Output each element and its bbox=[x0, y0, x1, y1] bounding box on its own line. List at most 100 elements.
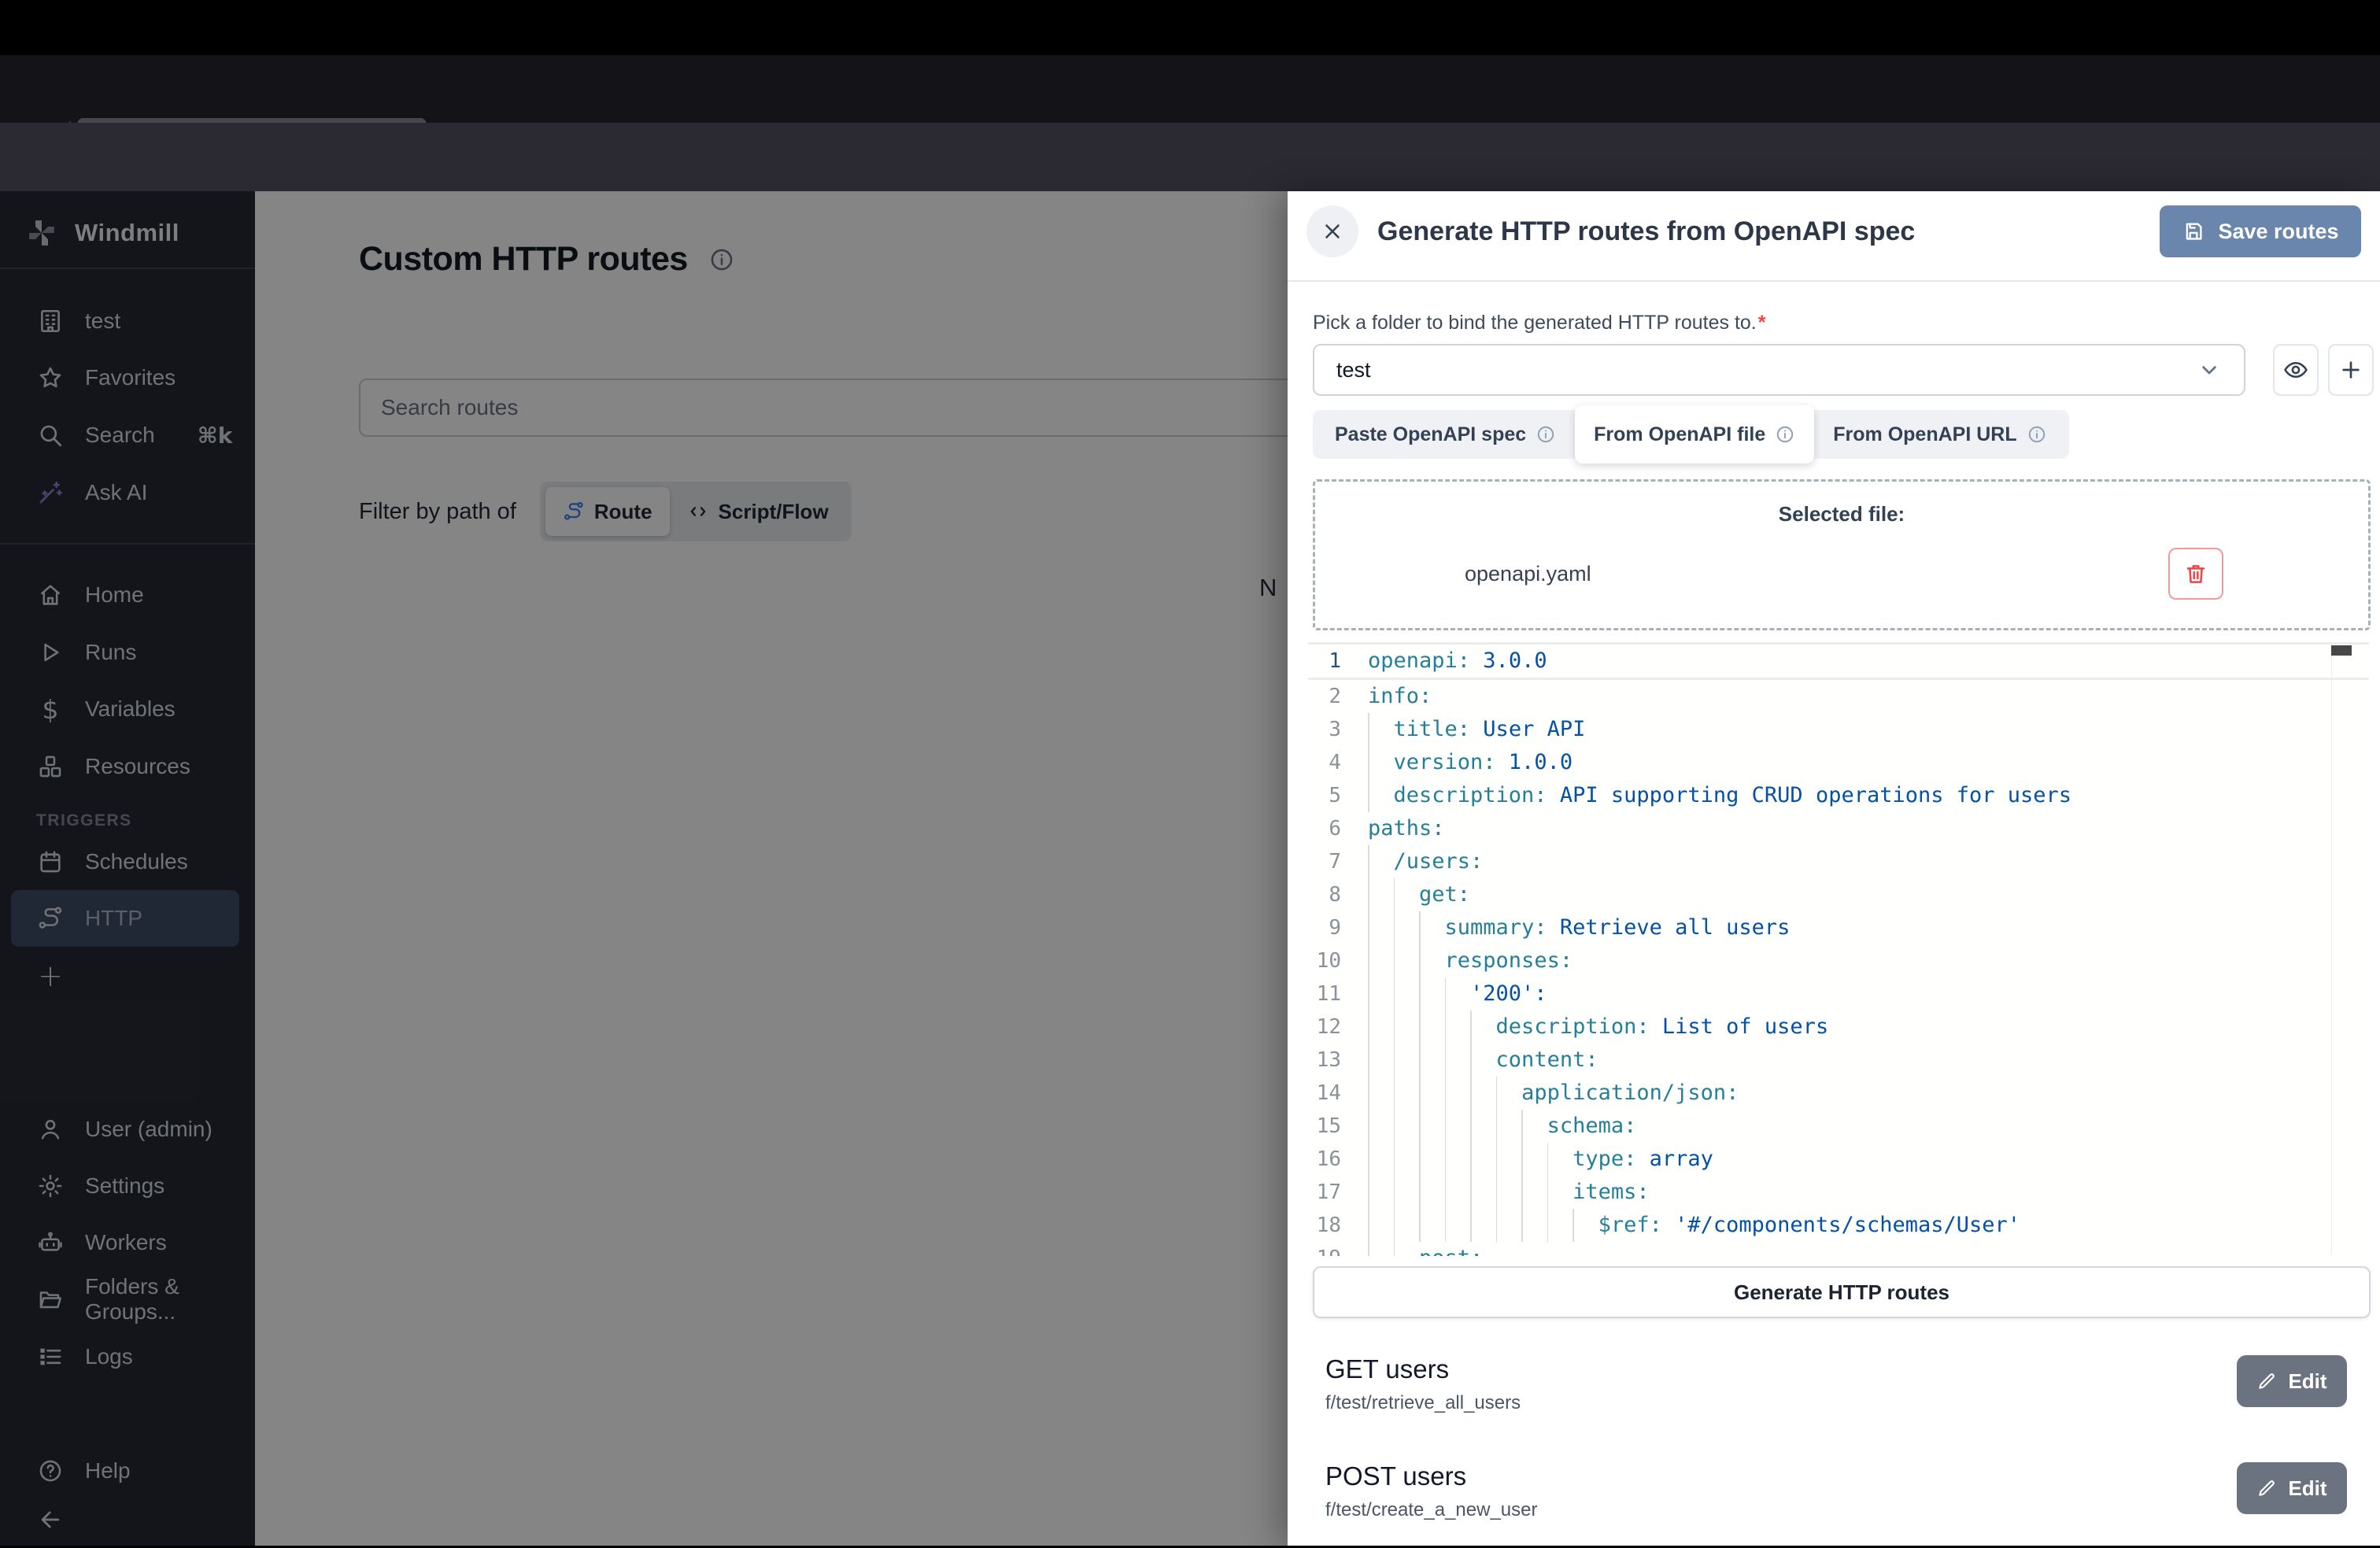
code-line: 15schema: bbox=[1308, 1110, 2369, 1143]
indent-guide bbox=[1419, 1176, 1421, 1209]
tab-from-openapi-url[interactable]: From OpenAPI URL bbox=[1814, 410, 2065, 459]
info-icon[interactable] bbox=[1536, 424, 1556, 445]
trash-icon bbox=[2183, 561, 2208, 586]
code-line: 16type: array bbox=[1308, 1143, 2369, 1176]
code-line: 12 description: List of users bbox=[1308, 1010, 2369, 1044]
edit-route-button[interactable]: Edit bbox=[2237, 1462, 2347, 1514]
indent-guide bbox=[1547, 1143, 1549, 1176]
indent-guide bbox=[1368, 713, 1369, 746]
folder-select[interactable]: test bbox=[1313, 344, 2245, 396]
route-path: f/test/create_a_new_user bbox=[1325, 1499, 2356, 1521]
close-icon[interactable] bbox=[1306, 205, 1358, 257]
code-text: info: bbox=[1368, 680, 2369, 713]
tab-label: Paste OpenAPI spec bbox=[1335, 423, 1526, 446]
app-window: Windmill test Favorites Search ⌘k Ask AI… bbox=[0, 191, 2380, 1546]
save-routes-button[interactable]: Save routes bbox=[2160, 205, 2361, 257]
indent-guide bbox=[1521, 1110, 1523, 1143]
code-text: summary: Retrieve all users bbox=[1368, 911, 2369, 944]
code-line: 8get: bbox=[1308, 878, 2369, 911]
selected-file-name: openapi.yaml bbox=[1465, 562, 1591, 586]
editor-scrollbar[interactable] bbox=[2331, 644, 2353, 1254]
route-name: POST users bbox=[1325, 1461, 2356, 1491]
indent-guide bbox=[1470, 1044, 1472, 1077]
indent-guide bbox=[1368, 1176, 1369, 1209]
preview-eye-button[interactable] bbox=[2273, 344, 2319, 396]
code-text: /users: bbox=[1368, 845, 2369, 878]
indent-guide bbox=[1368, 1110, 1369, 1143]
code-text: items: bbox=[1368, 1176, 2369, 1209]
indent-guide bbox=[1470, 1077, 1472, 1110]
tab-paste-openapi-spec[interactable]: Paste OpenAPI spec bbox=[1316, 410, 1575, 459]
indent-guide bbox=[1394, 1209, 1395, 1242]
indent-guide bbox=[1419, 1010, 1421, 1044]
indent-guide bbox=[1394, 1242, 1395, 1256]
generate-routes-drawer: Generate HTTP routes from OpenAPI spec S… bbox=[1288, 191, 2380, 1546]
indent-guide bbox=[1521, 1176, 1523, 1209]
generated-route-item: POST users f/test/create_a_new_user bbox=[1325, 1461, 2356, 1521]
delete-file-button[interactable] bbox=[2168, 548, 2223, 600]
plus-icon bbox=[2338, 357, 2363, 382]
line-number: 4 bbox=[1308, 746, 1341, 779]
indent-guide bbox=[1445, 1010, 1447, 1044]
code-line: 7/users: bbox=[1308, 845, 2369, 878]
indent-guide bbox=[1496, 1209, 1498, 1242]
indent-guide bbox=[1394, 1143, 1395, 1176]
editor-scrollbar-thumb[interactable] bbox=[2331, 645, 2352, 656]
indent-guide bbox=[1470, 1143, 1472, 1176]
code-line: 1openapi: 3.0.0 bbox=[1308, 642, 2369, 680]
pencil-icon bbox=[2256, 1371, 2277, 1391]
drawer-header: Generate HTTP routes from OpenAPI spec S… bbox=[1288, 191, 2380, 272]
line-number: 16 bbox=[1308, 1143, 1341, 1176]
indent-guide bbox=[1368, 779, 1369, 812]
indent-guide bbox=[1470, 1209, 1472, 1242]
info-icon[interactable] bbox=[1775, 424, 1795, 445]
route-path: f/test/retrieve_all_users bbox=[1325, 1392, 2356, 1414]
selected-file-dropzone[interactable]: Selected file: openapi.yaml bbox=[1313, 479, 2371, 630]
indent-guide bbox=[1368, 944, 1369, 977]
indent-guide bbox=[1368, 1044, 1369, 1077]
code-line: 13content: bbox=[1308, 1044, 2369, 1077]
line-number: 12 bbox=[1308, 1010, 1341, 1044]
pencil-icon bbox=[2256, 1478, 2277, 1498]
tab-strip: HTTP triggers | Windmill + bbox=[0, 55, 2380, 123]
code-text: description: List of users bbox=[1368, 1010, 2369, 1044]
tab-from-openapi-file[interactable]: From OpenAPI file bbox=[1575, 405, 1814, 464]
indent-guide bbox=[1368, 1010, 1369, 1044]
code-text: schema: bbox=[1368, 1110, 2369, 1143]
tab-label: From OpenAPI file bbox=[1594, 423, 1765, 446]
indent-guide bbox=[1419, 1044, 1421, 1077]
edit-route-button[interactable]: Edit bbox=[2237, 1355, 2347, 1407]
indent-guide bbox=[1368, 1077, 1369, 1110]
code-text: content: bbox=[1368, 1044, 2369, 1077]
indent-guide bbox=[1394, 1176, 1395, 1209]
line-number: 5 bbox=[1308, 779, 1341, 812]
indent-guide bbox=[1547, 1176, 1549, 1209]
indent-guide bbox=[1419, 977, 1421, 1010]
code-line: 18$ref: '#/components/schemas/User' bbox=[1308, 1209, 2369, 1242]
indent-guide bbox=[1419, 1143, 1421, 1176]
line-number: 9 bbox=[1308, 911, 1341, 944]
code-line: 5description: API supporting CRUD operat… bbox=[1308, 779, 2369, 812]
line-number: 14 bbox=[1308, 1077, 1341, 1110]
generate-http-routes-button[interactable]: Generate HTTP routes bbox=[1313, 1266, 2371, 1318]
indent-guide bbox=[1470, 1010, 1472, 1044]
indent-guide bbox=[1496, 1077, 1498, 1110]
code-line: 6paths: bbox=[1308, 812, 2369, 845]
indent-guide bbox=[1368, 977, 1369, 1010]
indent-guide bbox=[1445, 977, 1447, 1010]
spec-source-tabs: Paste OpenAPI spec From OpenAPI file Fro… bbox=[1313, 410, 2069, 459]
indent-guide bbox=[1419, 1209, 1421, 1242]
chevron-down-icon bbox=[2197, 357, 2222, 382]
openapi-code-editor[interactable]: 1openapi: 3.0.02info:3title: User API4ve… bbox=[1308, 642, 2369, 1256]
code-line: 14application/json: bbox=[1308, 1077, 2369, 1110]
add-folder-button[interactable] bbox=[2328, 344, 2374, 396]
indent-guide bbox=[1521, 1209, 1523, 1242]
required-asterisk: * bbox=[1758, 312, 1766, 334]
indent-guide bbox=[1445, 1044, 1447, 1077]
line-number: 17 bbox=[1308, 1176, 1341, 1209]
code-text: responses: bbox=[1368, 944, 2369, 977]
indent-guide bbox=[1419, 944, 1421, 977]
info-icon[interactable] bbox=[2027, 424, 2047, 445]
indent-guide bbox=[1470, 1176, 1472, 1209]
indent-guide bbox=[1368, 1242, 1369, 1256]
